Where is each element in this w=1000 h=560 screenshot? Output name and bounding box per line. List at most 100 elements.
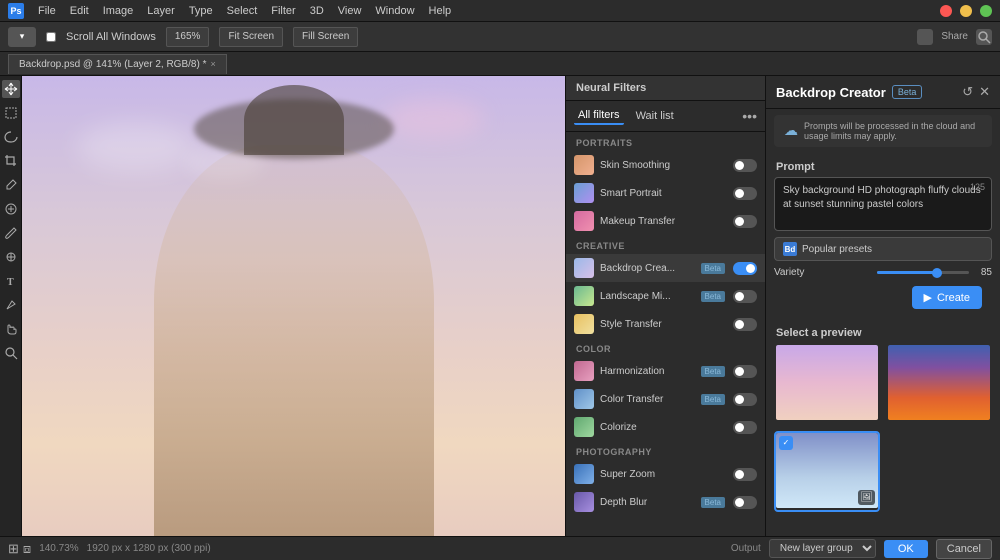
menu-help[interactable]: Help bbox=[429, 5, 452, 17]
window-close-button[interactable] bbox=[940, 5, 952, 17]
filter-depth-blur[interactable]: Depth Blur Beta bbox=[566, 488, 765, 516]
menu-file[interactable]: File bbox=[38, 5, 56, 17]
section-photography: PHOTOGRAPHY bbox=[566, 441, 765, 460]
document-tab[interactable]: Backdrop.psd @ 141% (Layer 2, RGB/8) * × bbox=[8, 54, 227, 74]
lasso-tool[interactable] bbox=[2, 128, 20, 146]
layer-icon-1[interactable]: ⊞ bbox=[8, 541, 19, 557]
toggle-colorize[interactable] bbox=[733, 421, 757, 434]
tab-close-icon[interactable]: × bbox=[210, 59, 215, 69]
preview-thumb-1[interactable] bbox=[774, 343, 880, 425]
prompt-text[interactable]: Sky background HD photograph fluffy clou… bbox=[783, 184, 983, 224]
heal-tool[interactable] bbox=[2, 200, 20, 218]
create-icon: ▶ bbox=[924, 291, 932, 304]
preview-2-image bbox=[888, 345, 990, 420]
tab-bar: Backdrop.psd @ 141% (Layer 2, RGB/8) * × bbox=[0, 52, 1000, 76]
filter-skin-smoothing[interactable]: Skin Smoothing bbox=[566, 151, 765, 179]
tab-wait-list[interactable]: Wait list bbox=[632, 108, 678, 124]
popular-presets-button[interactable]: Bd Popular presets bbox=[774, 237, 992, 261]
toggle-makeup-transfer[interactable] bbox=[733, 215, 757, 228]
variety-slider-track[interactable] bbox=[877, 271, 968, 274]
harmonize-beta-badge: Beta bbox=[701, 366, 725, 377]
filter-color-transfer[interactable]: Color Transfer Beta bbox=[566, 385, 765, 413]
zoom-display[interactable]: 165% bbox=[166, 27, 210, 47]
filter-harmonization[interactable]: Harmonization Beta bbox=[566, 357, 765, 385]
preview-1-image bbox=[776, 345, 878, 420]
window-maximize-button[interactable] bbox=[980, 5, 992, 17]
canvas-area[interactable] bbox=[22, 76, 565, 536]
menu-layer[interactable]: Layer bbox=[147, 5, 175, 17]
preview-grid: ✓ 🖼 bbox=[766, 343, 1000, 520]
menu-3d[interactable]: 3D bbox=[310, 5, 324, 17]
toggle-backdrop-creator[interactable] bbox=[733, 262, 757, 275]
filter-super-zoom[interactable]: Super Zoom bbox=[566, 460, 765, 488]
zoom-tool[interactable] bbox=[2, 344, 20, 362]
fit-screen-button[interactable]: Fit Screen bbox=[219, 27, 283, 47]
toggle-style-transfer[interactable] bbox=[733, 318, 757, 331]
filter-style-transfer[interactable]: Style Transfer bbox=[566, 310, 765, 338]
filter-thumb-superzoom bbox=[574, 464, 594, 484]
toggle-landscape[interactable] bbox=[733, 290, 757, 303]
menu-window[interactable]: Window bbox=[375, 5, 414, 17]
layer-icons: ⊞ ⧈ bbox=[8, 541, 31, 557]
ok-button[interactable]: OK bbox=[884, 540, 928, 558]
layer-icon-2[interactable]: ⧈ bbox=[23, 541, 31, 557]
preview-thumb-2[interactable] bbox=[886, 343, 992, 425]
select-tool[interactable] bbox=[2, 104, 20, 122]
menu-edit[interactable]: Edit bbox=[70, 5, 89, 17]
clone-tool[interactable] bbox=[2, 248, 20, 266]
preview-thumb-3[interactable]: ✓ 🖼 bbox=[774, 431, 880, 513]
filter-name-harmonize: Harmonization bbox=[600, 366, 695, 377]
menu-filter[interactable]: Filter bbox=[271, 5, 295, 17]
toggle-color-transfer[interactable] bbox=[733, 393, 757, 406]
colortransfer-beta-badge: Beta bbox=[701, 394, 725, 405]
main-area: T Neural Filters All f bbox=[0, 76, 1000, 536]
variety-slider-thumb[interactable] bbox=[932, 268, 942, 278]
tab-all-filters[interactable]: All filters bbox=[574, 107, 624, 125]
filter-backdrop-creator[interactable]: Backdrop Crea... Beta bbox=[566, 254, 765, 282]
landscape-beta-badge: Beta bbox=[701, 291, 725, 302]
filter-name-superzoom: Super Zoom bbox=[600, 469, 727, 480]
create-button[interactable]: ▶ Create bbox=[912, 286, 983, 309]
menu-image[interactable]: Image bbox=[103, 5, 134, 17]
toggle-skin-smoothing[interactable] bbox=[733, 159, 757, 172]
reset-icon[interactable]: ↺ bbox=[962, 84, 973, 100]
window-controls bbox=[940, 5, 992, 17]
panel-close-icon[interactable]: ✕ bbox=[979, 84, 990, 100]
filter-name-colorize: Colorize bbox=[600, 422, 727, 433]
brush-tool[interactable] bbox=[2, 224, 20, 242]
pen-tool[interactable] bbox=[2, 296, 20, 314]
menu-type[interactable]: Type bbox=[189, 5, 213, 17]
filter-colorize[interactable]: Colorize bbox=[566, 413, 765, 441]
move-tool[interactable] bbox=[2, 80, 20, 98]
filter-thumb-skin bbox=[574, 155, 594, 175]
eyedropper-tool[interactable] bbox=[2, 176, 20, 194]
output-select[interactable]: New layer group bbox=[769, 539, 876, 558]
filter-landscape[interactable]: Landscape Mi... Beta bbox=[566, 282, 765, 310]
toggle-harmonization[interactable] bbox=[733, 365, 757, 378]
more-options-icon[interactable]: ••• bbox=[742, 108, 757, 124]
menu-view[interactable]: View bbox=[338, 5, 362, 17]
toggle-depth-blur[interactable] bbox=[733, 496, 757, 509]
tool-selector[interactable]: ▾ bbox=[8, 27, 36, 47]
filter-name-style: Style Transfer bbox=[600, 319, 727, 330]
cancel-button[interactable]: Cancel bbox=[936, 539, 992, 559]
window-minimize-button[interactable] bbox=[960, 5, 972, 17]
menu-select[interactable]: Select bbox=[227, 5, 258, 17]
type-tool[interactable]: T bbox=[2, 272, 20, 290]
filter-makeup-transfer[interactable]: Makeup Transfer bbox=[566, 207, 765, 235]
crop-tool[interactable] bbox=[2, 152, 20, 170]
search-icon[interactable] bbox=[976, 29, 992, 45]
filter-thumb-landscape bbox=[574, 286, 594, 306]
variety-label: Variety bbox=[774, 267, 865, 278]
scroll-all-checkbox[interactable] bbox=[46, 32, 56, 42]
hand-tool[interactable] bbox=[2, 320, 20, 338]
share-label[interactable]: Share bbox=[941, 31, 968, 42]
neural-filters-title: Neural Filters bbox=[566, 76, 765, 101]
preview-3-checkmark: ✓ bbox=[779, 436, 793, 450]
toggle-smart-portrait[interactable] bbox=[733, 187, 757, 200]
fill-screen-button[interactable]: Fill Screen bbox=[293, 27, 358, 47]
create-label: Create bbox=[937, 292, 970, 304]
filter-thumb-harmonize bbox=[574, 361, 594, 381]
filter-smart-portrait[interactable]: Smart Portrait bbox=[566, 179, 765, 207]
toggle-super-zoom[interactable] bbox=[733, 468, 757, 481]
